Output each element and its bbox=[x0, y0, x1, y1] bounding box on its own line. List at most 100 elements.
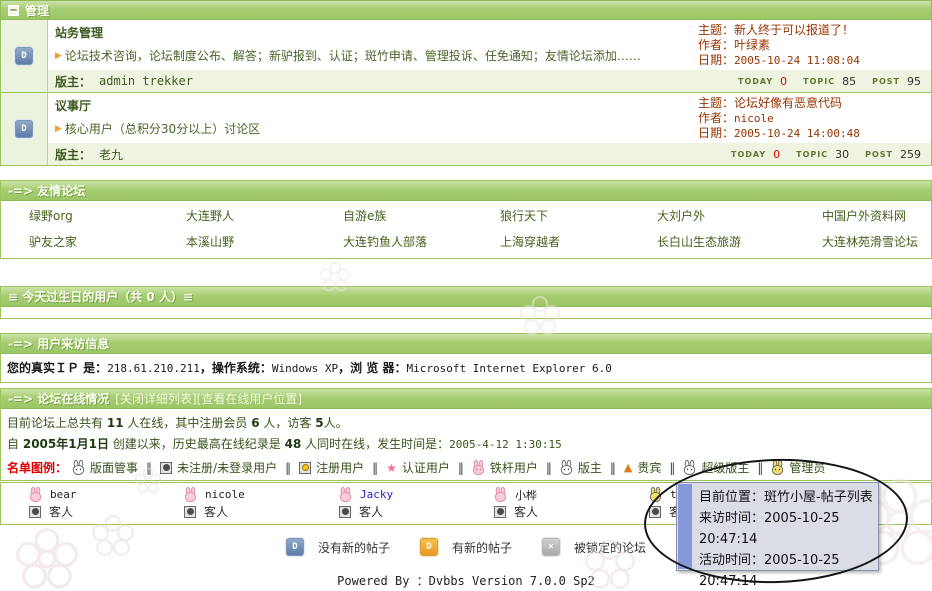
section-title: -=> 用户来访信息 bbox=[8, 335, 109, 352]
rabbit-pink-icon bbox=[29, 487, 42, 502]
category-header-management: − 管理 bbox=[0, 0, 932, 20]
online-record-line: 自 2005年1月1日 创建以来，历史最高在线纪录是 48 人同时在线，发生时间… bbox=[7, 434, 931, 455]
friend-forum-link[interactable]: 长白山生态旅游 bbox=[657, 233, 822, 250]
forum-status-cell: D bbox=[1, 93, 48, 165]
no-new-posts-icon: D bbox=[15, 120, 33, 138]
last-author-link[interactable]: nicole bbox=[734, 112, 774, 125]
last-post-date: 2005-10-24 11:08:04 bbox=[734, 54, 860, 67]
moderator-label: 版主： bbox=[55, 146, 91, 163]
registered-user-icon bbox=[299, 462, 311, 474]
guest-icon bbox=[494, 506, 506, 518]
visitor-info-header: -=> 用户来访信息 bbox=[1, 334, 931, 354]
guest-icon bbox=[184, 506, 196, 518]
birthday-header: ≡ 今天过生日的用户（共 0 人）≡ bbox=[1, 287, 931, 307]
forum-row: D 议事厅 ▶ 核心用户（总积分30分以上）讨论区 主题：论坛好像有恶意代码 作… bbox=[1, 92, 931, 165]
today-count: 0 bbox=[780, 75, 787, 88]
visitor-info-section: -=> 用户来访信息 您的真实ＩＰ 是：218.61.210.211，操作系统：… bbox=[0, 333, 932, 383]
last-post-date: 2005-10-24 14:00:48 bbox=[734, 127, 860, 140]
online-user: bear 客人 bbox=[1, 486, 156, 520]
friend-forum-link[interactable]: 本溪山野 bbox=[186, 233, 343, 250]
rabbit-pink-icon bbox=[472, 460, 485, 475]
friend-forum-link[interactable]: 大连野人 bbox=[186, 207, 343, 224]
ip-value: 218.61.210.211 bbox=[107, 362, 200, 375]
record-count: 48 bbox=[285, 437, 302, 451]
visitor-info-line: 您的真实ＩＰ 是：218.61.210.211，操作系统：Windows XP，… bbox=[1, 354, 931, 382]
rabbit-pink-icon bbox=[184, 487, 197, 502]
user-link[interactable]: bear bbox=[50, 488, 77, 501]
rabbit-yellow-icon bbox=[649, 487, 662, 502]
collapse-icon[interactable]: − bbox=[8, 5, 19, 16]
online-members: 6 bbox=[251, 416, 259, 430]
user-link[interactable]: nicole bbox=[205, 488, 245, 501]
friend-forum-link[interactable]: 绿野org bbox=[29, 207, 186, 224]
friend-forum-link[interactable]: 狼行天下 bbox=[500, 207, 657, 224]
forum-link[interactable]: 议事厅 bbox=[55, 97, 698, 114]
record-time: 2005-4-12 1:30:15 bbox=[449, 438, 562, 451]
moderator-label: 版主： bbox=[55, 73, 91, 90]
friend-forum-link[interactable]: 大刘户外 bbox=[657, 207, 822, 224]
last-author-link[interactable]: 叶绿素 bbox=[734, 38, 770, 52]
browser-value: Microsoft Internet Explorer 6.0 bbox=[407, 362, 612, 375]
friend-forum-link[interactable]: 上海穿越者 bbox=[500, 233, 657, 250]
birthday-empty-list bbox=[1, 307, 931, 318]
user-link[interactable]: 小桦 bbox=[515, 487, 537, 503]
online-status-section: -=> 论坛在线情况 [关闭详细列表][查看在线用户位置] 目前论坛上总共有 1… bbox=[0, 388, 932, 481]
legend-caption: 名单图例： bbox=[7, 459, 67, 476]
last-topic-link[interactable]: 新人终于可以报道了！ bbox=[734, 23, 854, 37]
online-user: nicole 客人 bbox=[156, 486, 311, 520]
forum-table: D 站务管理 ▶ 论坛技术咨询，论坛制度公布、解答；新驴报到、认证；斑竹申请、管… bbox=[0, 20, 932, 166]
friend-forum-link[interactable]: 大连钓鱼人部落 bbox=[343, 233, 500, 250]
last-post-info: 主题：新人终于可以报道了！ 作者：叶绿素 日期：2005-10-24 11:08… bbox=[698, 20, 931, 70]
triangle-icon: ▲ bbox=[624, 461, 632, 474]
user-info-tooltip: 目前位置：斑竹小屋-帖子列表 来访时间：2005-10-25 20:47:14 … bbox=[676, 482, 879, 571]
section-title: -=> 友情论坛 bbox=[8, 182, 85, 199]
online-user: Jacky 客人 bbox=[311, 486, 466, 520]
x-gray-icon: × bbox=[542, 538, 560, 556]
user-legend-line: 名单图例： 版面管事‖ 未注册/未登录用户‖ 注册用户‖ ★ 认证用户‖ 铁杆用… bbox=[1, 457, 931, 480]
friend-forum-link[interactable]: 大连林苑滑雪论坛 bbox=[822, 233, 931, 250]
ip-label: 您的真实ＩＰ 是： bbox=[7, 361, 107, 375]
tooltip-active-line: 活动时间：2005-10-25 20:47:14 bbox=[699, 550, 878, 591]
friend-forum-link[interactable]: 自游e族 bbox=[343, 207, 500, 224]
moderator-links[interactable]: 老九 bbox=[99, 146, 123, 163]
topic-count: 30 bbox=[835, 148, 849, 161]
online-status-header: -=> 论坛在线情况 [关闭详细列表][查看在线用户位置] bbox=[1, 389, 931, 409]
user-link[interactable]: Jacky bbox=[360, 488, 393, 501]
guest-icon bbox=[649, 506, 661, 518]
friend-forum-link[interactable]: 中国户外资料网 bbox=[822, 207, 931, 224]
forum-description: ▶ 核心用户（总积分30分以上）讨论区 bbox=[55, 120, 698, 137]
section-title: -=> 论坛在线情况 bbox=[8, 390, 109, 407]
last-post-info: 主题：论坛好像有恶意代码 作者：nicole 日期：2005-10-24 14:… bbox=[698, 93, 931, 143]
today-count: 0 bbox=[773, 148, 780, 161]
forum-stats: TODAY 0 TOPIC 30 POST 259 bbox=[731, 148, 931, 161]
selection-highlight bbox=[678, 484, 692, 569]
online-header-links[interactable]: [关闭详细列表][查看在线用户位置] bbox=[115, 390, 302, 407]
forum-status-cell: D bbox=[1, 20, 48, 92]
online-user: 小桦 客人 bbox=[466, 486, 621, 520]
rabbit-white-icon bbox=[683, 460, 696, 475]
moderator-links[interactable]: admin trekker bbox=[99, 74, 193, 88]
friend-forums-header: -=> 友情论坛 bbox=[1, 181, 931, 201]
online-count-line: 目前论坛上总共有 11 人在线，其中注册会员 6 人，访客 5人。 bbox=[7, 413, 931, 434]
forum-page: − 管理 D 站务管理 ▶ 论坛技术咨询，论坛制度公布、解答；新驴报到、认证；斑… bbox=[0, 0, 932, 591]
forum-link[interactable]: 站务管理 bbox=[55, 24, 698, 41]
last-topic-link[interactable]: 论坛好像有恶意代码 bbox=[734, 96, 842, 110]
d-blue-icon: D bbox=[286, 538, 304, 556]
tooltip-location-line: 目前位置：斑竹小屋-帖子列表 bbox=[699, 487, 878, 508]
friend-forums-list: 绿野org 大连野人 自游e族 狼行天下 大刘户外 中国户外资料网 驴友之家 本… bbox=[1, 201, 931, 258]
star-icon: ★ bbox=[386, 461, 397, 475]
browser-label: ，浏 览 器： bbox=[338, 361, 406, 375]
tooltip-visit-line: 来访时间：2005-10-25 20:47:14 bbox=[699, 508, 878, 550]
rabbit-pink-icon bbox=[494, 487, 507, 502]
os-value: Windows XP bbox=[272, 362, 338, 375]
no-new-posts-icon: D bbox=[15, 47, 33, 65]
guest-icon bbox=[29, 506, 41, 518]
birthday-section: ≡ 今天过生日的用户（共 0 人）≡ bbox=[0, 286, 932, 319]
post-count: 95 bbox=[907, 75, 921, 88]
rabbit-white-icon bbox=[560, 460, 573, 475]
play-arrow-icon: ▶ bbox=[55, 124, 62, 134]
play-arrow-icon: ▶ bbox=[55, 51, 62, 61]
online-summary: 目前论坛上总共有 11 人在线，其中注册会员 6 人，访客 5人。 自 2005… bbox=[1, 409, 931, 457]
post-count: 259 bbox=[900, 148, 921, 161]
friend-forum-link[interactable]: 驴友之家 bbox=[29, 233, 186, 250]
